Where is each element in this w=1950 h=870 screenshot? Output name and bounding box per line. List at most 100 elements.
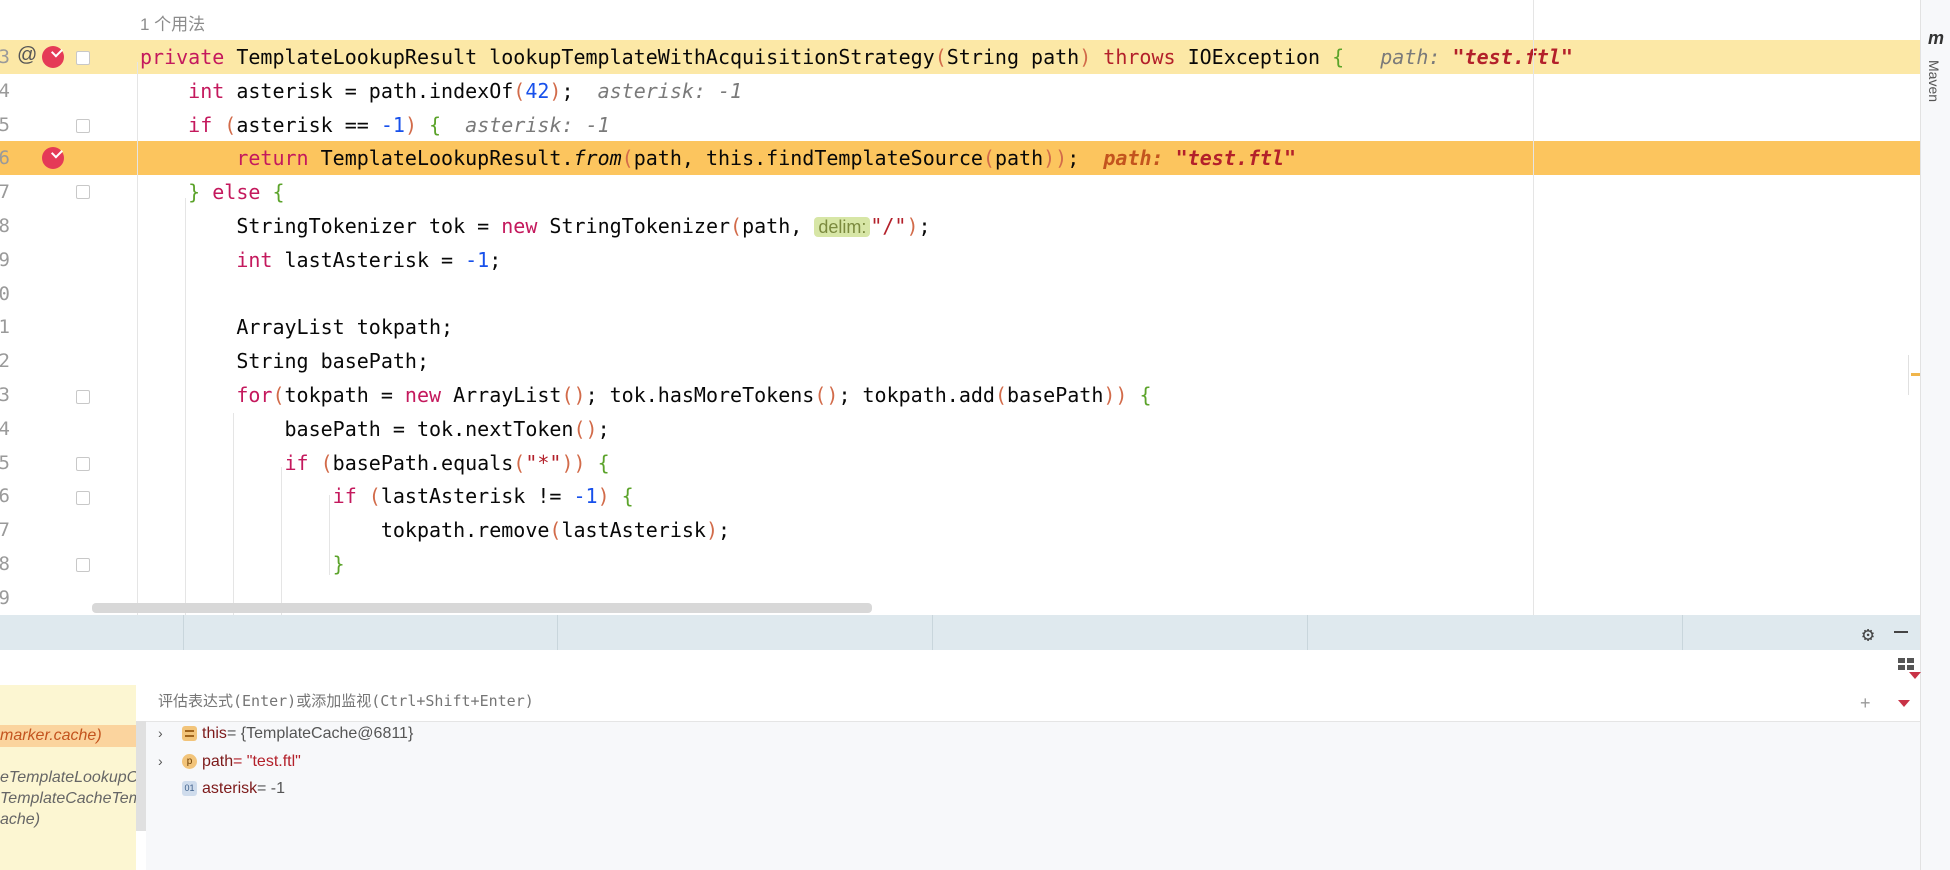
code-token: int [140,78,237,103]
code-text[interactable]: int lastAsterisk = -1; [140,243,501,277]
line-number: 2 [0,350,10,373]
code-line[interactable]: 7 tokpath.remove(lastAsterisk); [0,513,1920,547]
fold-icon[interactable] [76,457,90,471]
debug-toolbar [0,650,1920,686]
code-text[interactable]: ArrayList tokpath; [140,310,453,344]
maven-tool-button[interactable]: Maven [1926,60,1942,102]
evaluate-bar [146,685,1920,722]
fold-icon[interactable] [76,51,90,65]
code-line[interactable]: 5 if (basePath.equals("*")) { [0,446,1920,480]
code-token: new [501,214,550,238]
code-line[interactable]: 1 ArrayList tokpath; [0,310,1920,344]
evaluate-expression-input[interactable] [156,691,1860,711]
code-text[interactable]: if (lastAsterisk != -1) { [140,479,634,513]
code-line[interactable]: 5 if (asterisk == -1) { asterisk: -1 [0,108,1920,142]
code-token: ArrayList tokpath; [140,315,454,340]
code-text[interactable]: basePath = tok.nextToken(); [140,412,610,446]
stack-frame[interactable] [0,746,136,768]
code-text[interactable]: if (basePath.equals("*")) { [140,446,609,480]
fold-icon[interactable] [76,390,90,404]
code-text[interactable]: return TemplateLookupResult.from(path, t… [140,141,1296,175]
line-number: 8 [0,215,10,237]
code-token: lastAsterisk [561,518,706,543]
code-text[interactable]: int asterisk = path.indexOf(42); asteris… [140,74,742,108]
code-token: ; [597,416,610,441]
horizontal-scrollbar[interactable] [92,603,872,613]
code-token: ) [906,214,919,238]
code-token: ) [404,112,417,137]
code-text[interactable]: } else { [140,175,284,209]
minimize-icon[interactable] [1894,631,1908,633]
maven-icon[interactable]: m [1928,28,1944,49]
add-watch-icon[interactable]: + [1860,693,1871,714]
code-line[interactable]: 8 StringTokenizer tok = new StringTokeni… [0,209,1920,243]
line-number: 9 [0,586,10,609]
code-text[interactable]: tokpath.remove(lastAsterisk); [140,513,730,547]
code-token: )) [1043,146,1068,171]
code-token: -1 [573,484,598,509]
gear-icon[interactable]: ⚙ [1862,622,1874,646]
code-token: ( [513,78,526,103]
code-token: ( [320,450,333,475]
code-text[interactable]: private TemplateLookupResult lookupTempl… [140,40,1573,74]
code-token: ; tok.hasMoreTokens [585,383,815,407]
layout-dropdown-icon[interactable] [1909,672,1921,679]
code-token: ) [705,518,718,543]
fields-icon [182,726,197,741]
code-line[interactable]: 0 [0,277,1920,311]
code-token: ) [549,78,562,103]
code-line[interactable]: 3 for(tokpath = new ArrayList(); tok.has… [0,378,1920,412]
primitive-icon: 01 [182,781,197,796]
breakpoint-icon[interactable] [42,46,64,68]
code-line[interactable]: 9 int lastAsterisk = -1; [0,243,1920,277]
stack-frame[interactable]: ache) [0,809,136,831]
code-token: )) [1103,383,1128,407]
code-text[interactable]: } [140,547,345,581]
code-token: ( [224,112,237,137]
code-token: -1 [465,247,490,272]
code-token: path, [742,214,815,238]
code-editor[interactable]: 1 个用法 3 private TemplateLookupResult look… [0,0,1920,615]
code-text[interactable]: String basePath; [140,344,429,378]
breakpoint-icon[interactable] [42,147,64,169]
fold-icon[interactable] [76,558,90,572]
watch-dropdown-icon[interactable] [1898,700,1910,707]
fold-icon[interactable] [76,119,90,133]
chevron-right-icon[interactable]: › [158,748,163,775]
debug-tab-strip[interactable] [0,615,1920,650]
code-line[interactable]: 4 basePath = tok.nextToken(); [0,412,1920,446]
code-line[interactable]: 7 } else { [0,175,1920,209]
code-token: { [416,112,442,137]
line-number: 6 [0,147,10,170]
code-line[interactable]: 4 int asterisk = path.indexOf(42); aster… [0,74,1920,108]
layout-icon[interactable] [1898,658,1914,672]
code-line[interactable]: 2 String basePath; [0,344,1920,378]
fold-icon[interactable] [76,491,90,505]
stack-frame[interactable]: TemplateCacheTem [0,788,136,810]
line-number: 3 [0,384,10,406]
code-line[interactable]: 6 if (lastAsterisk != -1) { [0,479,1920,513]
fold-icon[interactable] [76,185,90,199]
code-text[interactable]: StringTokenizer tok = new StringTokenize… [140,209,930,244]
scrollbar-marker[interactable] [1908,355,1920,395]
chevron-right-icon[interactable]: › [158,720,163,747]
stack-frame[interactable]: eTemplateLookupC [0,767,136,789]
frames-scrollbar[interactable] [136,721,146,831]
override-at-icon[interactable]: @ [17,44,37,67]
code-text[interactable]: if (asterisk == -1) { asterisk: -1 [140,108,610,142]
inline-debug-value: path: [1079,146,1176,171]
stack-frame[interactable]: marker.cache) [0,725,136,747]
variable-name: asterisk [202,780,258,797]
code-text[interactable]: for(tokpath = new ArrayList(); tok.hasMo… [140,378,1151,412]
code-token: TemplateLookupResult. [320,146,574,171]
variable-value: = {TemplateCache@6811} [227,725,414,742]
code-line[interactable]: 3 private TemplateLookupResult lookupTemp… [0,40,1920,74]
code-token: TemplateLookupResult lookupTemplateWithA… [236,45,935,69]
code-token: () [814,383,839,407]
usage-hint[interactable]: 1 个用法 [140,10,205,35]
code-token: ( [982,146,995,171]
code-line[interactable]: 8 } [0,547,1920,581]
code-token: ( [621,146,634,171]
code-line[interactable]: 6 return TemplateLookupResult.from(path,… [0,141,1920,176]
code-token: asterisk = path.indexOf [236,78,514,103]
